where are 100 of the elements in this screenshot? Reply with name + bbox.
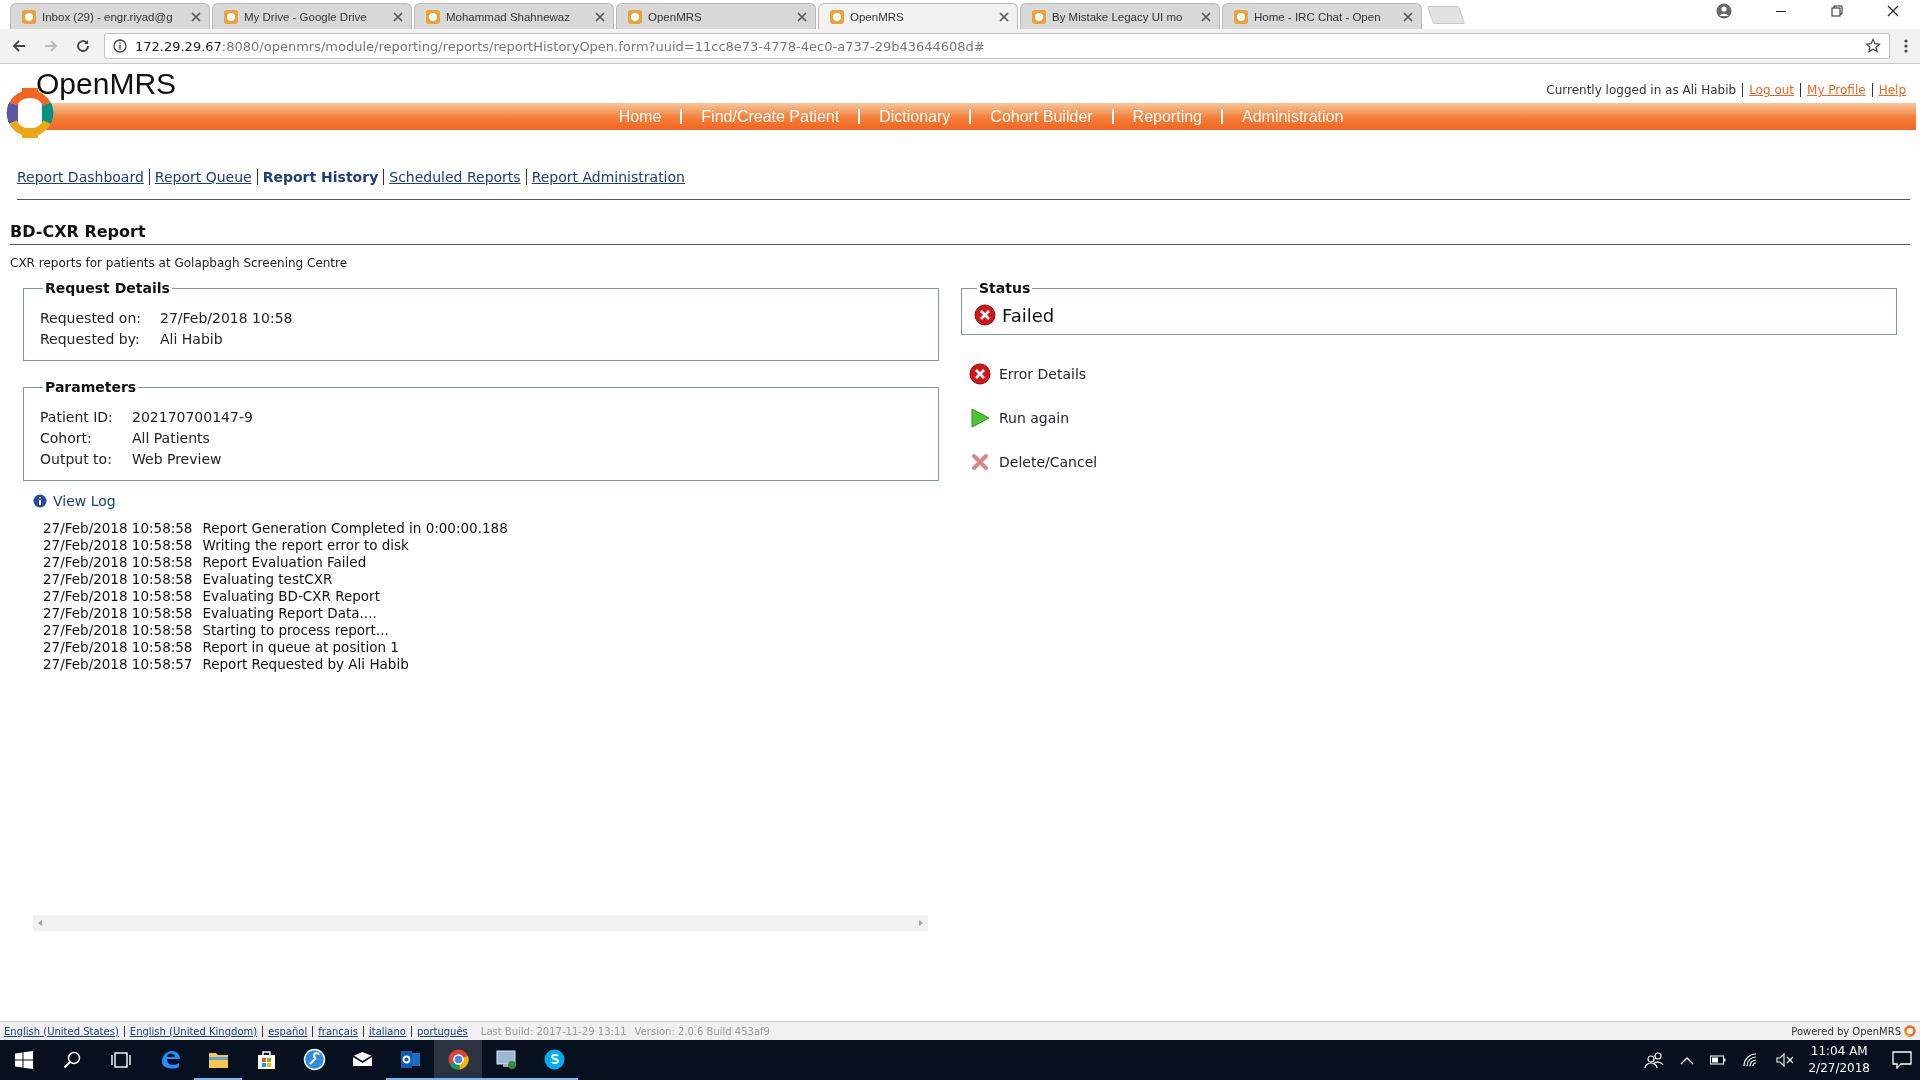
panel-legend: Request Details bbox=[43, 280, 172, 296]
log-time: 27/Feb/2018 10:58:58 bbox=[43, 605, 193, 622]
field-value: 27/Feb/2018 10:58 bbox=[160, 309, 293, 328]
monitor-icon bbox=[494, 1047, 518, 1071]
report-menu-link[interactable]: Scheduled Reports bbox=[383, 169, 526, 185]
delete-icon bbox=[969, 451, 991, 473]
address-bar[interactable]: 172.29.29.67:8080/openmrs/module/reporting/reports/reportHistoryOpen.form?uuid=11cc8e73-4778-4ec0-a737-29b43644608d# bbox=[104, 33, 1890, 59]
clock-time[interactable]: 11:04 AM bbox=[1810, 1043, 1868, 1060]
star-icon[interactable] bbox=[1865, 38, 1881, 54]
powered-by-text: Powered by OpenMRS bbox=[1791, 1025, 1901, 1037]
close-icon[interactable] bbox=[999, 11, 1009, 22]
action-link[interactable]: Error Details bbox=[999, 366, 1087, 382]
log-message: Writing the report error to disk bbox=[202, 537, 409, 554]
language-link[interactable]: português bbox=[410, 1025, 473, 1037]
favicon-icon bbox=[829, 8, 845, 25]
log-time: 27/Feb/2018 10:58:58 bbox=[43, 554, 193, 571]
log-message: Report in queue at position 1 bbox=[202, 639, 399, 656]
log-message: Evaluating Report Data.... bbox=[202, 605, 377, 622]
language-link[interactable]: English (United States) bbox=[4, 1025, 124, 1037]
logged-in-text: Currently logged in as Ali Habib bbox=[1546, 83, 1738, 97]
browser-tab[interactable]: Inbox (29) - engr.riyad@g bbox=[10, 3, 210, 29]
action-link[interactable]: Delete/Cancel bbox=[999, 454, 1098, 470]
favicon-icon bbox=[627, 8, 643, 25]
error-icon bbox=[969, 363, 991, 385]
favicon-icon bbox=[1233, 8, 1249, 25]
language-link[interactable]: italiano bbox=[362, 1025, 411, 1037]
taskbar-button[interactable] bbox=[434, 1040, 482, 1080]
field-value: All Patients bbox=[132, 429, 210, 448]
chrome-icon bbox=[446, 1047, 470, 1071]
back-icon[interactable] bbox=[11, 38, 27, 54]
action-link[interactable]: Run again bbox=[999, 410, 1070, 426]
language-link[interactable]: français bbox=[312, 1025, 363, 1037]
log-message: Evaluating testCXR bbox=[202, 571, 333, 588]
field-value: Ali Habib bbox=[160, 330, 223, 349]
field-value: 202170700147-9 bbox=[132, 408, 253, 427]
info-icon bbox=[33, 494, 47, 508]
log-message: Starting to process report... bbox=[202, 622, 389, 639]
reload-icon[interactable] bbox=[75, 38, 91, 54]
browser-tab[interactable]: My Drive - Google Drive bbox=[212, 3, 412, 29]
log-time: 27/Feb/2018 10:58:58 bbox=[43, 571, 193, 588]
favicon-icon bbox=[1031, 8, 1047, 25]
wrench-icon bbox=[302, 1047, 326, 1071]
log-time: 27/Feb/2018 10:58:58 bbox=[43, 520, 193, 537]
log-time: 27/Feb/2018 10:58:58 bbox=[43, 537, 193, 554]
field-label: Output to: bbox=[40, 450, 113, 469]
clock-date[interactable]: 2/27/2018 bbox=[1808, 1060, 1870, 1077]
report-description: CXR reports for patients at Golapbagh Screening Centre bbox=[10, 256, 349, 270]
windows-icon[interactable] bbox=[15, 1051, 33, 1069]
notifications-icon[interactable] bbox=[1892, 1051, 1912, 1069]
openmrs-logo-text: OpenMRS bbox=[36, 67, 177, 101]
report-menu-link[interactable]: Report History bbox=[256, 169, 384, 185]
field-label: Requested on: bbox=[40, 309, 142, 328]
language-link[interactable]: English (United Kingdom) bbox=[123, 1025, 263, 1037]
log-message: Report Generation Completed in 0:00:00.188 bbox=[202, 520, 508, 537]
menu-icon[interactable] bbox=[1903, 38, 1909, 54]
report-menu-link[interactable]: Report Administration bbox=[525, 169, 690, 185]
favicon-icon bbox=[223, 8, 239, 25]
report-menu-link[interactable]: Report Dashboard bbox=[17, 169, 149, 185]
status-text: Failed bbox=[1002, 304, 1055, 326]
log-time: 27/Feb/2018 10:58:58 bbox=[43, 622, 193, 639]
report-title: BD-CXR Report bbox=[10, 222, 1910, 245]
chevron-up-icon[interactable] bbox=[1680, 1055, 1695, 1065]
restore-icon[interactable] bbox=[1830, 3, 1844, 18]
account-icon[interactable] bbox=[1716, 2, 1732, 19]
view-log-link[interactable]: View Log bbox=[53, 493, 116, 509]
favicon-icon bbox=[425, 8, 441, 25]
chat-icon bbox=[542, 1047, 566, 1071]
search-icon[interactable] bbox=[63, 1051, 81, 1069]
field-label: Patient ID: bbox=[40, 408, 114, 427]
log-message: Report Requested by Ali Habib bbox=[202, 656, 409, 673]
browser-tab[interactable]: OpenMRS bbox=[818, 3, 1018, 29]
language-link[interactable]: español bbox=[262, 1025, 313, 1037]
version-info: Version: 2.0.6 Build 453af9 bbox=[634, 1025, 770, 1037]
play-icon bbox=[969, 407, 991, 429]
favicon-icon bbox=[21, 8, 37, 25]
field-label: Cohort: bbox=[40, 429, 93, 448]
build-info: Last Build: 2017-11-29 13:11 bbox=[480, 1025, 627, 1037]
horizontal-scrollbar[interactable] bbox=[33, 915, 928, 931]
field-value: Web Preview bbox=[132, 450, 222, 469]
report-menu-link[interactable]: Report Queue bbox=[148, 169, 257, 185]
openmrs-logo-icon bbox=[1904, 1025, 1916, 1037]
people-icon[interactable] bbox=[1644, 1051, 1665, 1069]
log-time: 27/Feb/2018 10:58:58 bbox=[43, 588, 193, 605]
log-time: 27/Feb/2018 10:58:57 bbox=[43, 656, 193, 673]
error-icon bbox=[974, 304, 996, 326]
panel-legend: Parameters bbox=[43, 379, 139, 395]
battery-icon[interactable] bbox=[1710, 1054, 1727, 1066]
panel-legend: Status bbox=[977, 280, 1033, 296]
task-view-icon[interactable] bbox=[111, 1051, 131, 1069]
close-icon[interactable] bbox=[1886, 3, 1900, 18]
log-time: 27/Feb/2018 10:58:58 bbox=[43, 639, 193, 656]
browser-tab[interactable]: OpenMRS bbox=[616, 3, 816, 29]
browser-tab[interactable]: Home - IRC Chat - Open bbox=[1222, 3, 1422, 29]
log-message: Evaluating BD-CXR Report bbox=[202, 588, 380, 605]
volume-muted-icon[interactable] bbox=[1776, 1053, 1795, 1067]
browser-tab[interactable]: Mohammad Shahnewaz bbox=[414, 3, 614, 29]
browser-tab[interactable]: By Mistake Legacy UI mo bbox=[1020, 3, 1220, 29]
info-icon bbox=[113, 39, 127, 53]
field-label: Requested by: bbox=[40, 330, 141, 349]
log-message: Report Evaluation Failed bbox=[202, 554, 367, 571]
